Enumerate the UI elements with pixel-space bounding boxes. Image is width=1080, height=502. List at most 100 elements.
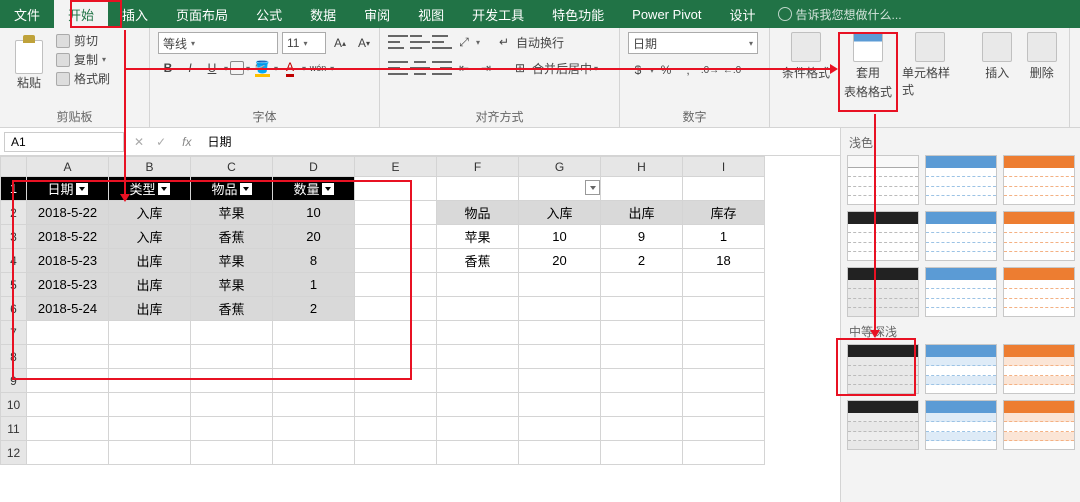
cell[interactable]: 1 [273, 273, 355, 297]
table-header-cell[interactable]: 物品 [191, 177, 273, 201]
decrease-indent-button[interactable]: ⇤ [454, 58, 474, 78]
cell[interactable]: 2 [273, 297, 355, 321]
worksheet[interactable]: A B C D E F G H I 1 日期 类型 物品 数量 2 2018-5… [0, 156, 840, 465]
tab-design[interactable]: 设计 [716, 0, 770, 28]
tab-addons[interactable]: 特色功能 [538, 0, 618, 28]
cell[interactable]: 入库 [109, 225, 191, 249]
format-as-table-button[interactable]: 套用表格格式 [840, 32, 896, 100]
col-header[interactable]: D [273, 157, 355, 177]
cell[interactable]: 10 [519, 225, 601, 249]
increase-font-button[interactable]: A▴ [330, 33, 350, 53]
percent-button[interactable]: % [656, 60, 676, 80]
cancel-icon[interactable]: ✕ [128, 135, 150, 149]
cell[interactable]: 香蕉 [191, 225, 273, 249]
table-style-option[interactable] [925, 400, 997, 450]
tab-power-pivot[interactable]: Power Pivot [618, 0, 715, 28]
tab-insert[interactable]: 插入 [108, 0, 162, 28]
table-style-option[interactable] [925, 211, 997, 261]
decrease-decimal-button[interactable]: ←.0 [722, 60, 742, 80]
underline-button[interactable]: U [202, 58, 222, 78]
align-middle-button[interactable] [410, 32, 430, 52]
cell[interactable]: 香蕉 [191, 297, 273, 321]
col-header[interactable]: C [191, 157, 273, 177]
row-header[interactable]: 5 [1, 273, 27, 297]
table-style-option[interactable] [1003, 155, 1075, 205]
cell[interactable]: 苹果 [191, 273, 273, 297]
align-left-button[interactable] [388, 58, 408, 78]
table-header-cell[interactable]: 日期 [27, 177, 109, 201]
row-header[interactable]: 10 [1, 393, 27, 417]
fx-icon[interactable]: fx [172, 135, 201, 149]
row-header[interactable]: 2 [1, 201, 27, 225]
cell[interactable]: 1 [683, 225, 765, 249]
increase-indent-button[interactable]: ⇥ [476, 58, 496, 78]
table-style-option[interactable] [847, 211, 919, 261]
row-header[interactable]: 7 [1, 321, 27, 345]
cell[interactable]: 库存 [683, 201, 765, 225]
border-button[interactable] [230, 61, 244, 75]
align-right-button[interactable] [432, 58, 452, 78]
table-header-cell[interactable]: 类型 [109, 177, 191, 201]
row-header[interactable]: 6 [1, 297, 27, 321]
select-all-corner[interactable] [1, 157, 27, 177]
cell[interactable]: 香蕉 [437, 249, 519, 273]
orientation-button[interactable]: ⤢ [454, 32, 474, 52]
cell[interactable]: 2018-5-24 [27, 297, 109, 321]
font-color-button[interactable]: A [280, 58, 300, 78]
increase-decimal-button[interactable]: .0→ [700, 60, 720, 80]
filter-icon[interactable] [158, 183, 170, 195]
delete-cells-button[interactable]: 删除 [1023, 32, 1062, 81]
row-header[interactable]: 9 [1, 369, 27, 393]
tab-file[interactable]: 文件 [0, 0, 54, 28]
row-header[interactable]: 8 [1, 345, 27, 369]
col-header[interactable]: A [27, 157, 109, 177]
cell[interactable]: 2018-5-22 [27, 225, 109, 249]
align-center-button[interactable] [410, 58, 430, 78]
table-style-option[interactable] [1003, 400, 1075, 450]
comma-button[interactable]: , [678, 60, 698, 80]
cell[interactable]: 苹果 [191, 201, 273, 225]
filter-icon[interactable] [240, 183, 252, 195]
wrap-text-button[interactable]: ↵ [494, 32, 514, 52]
align-top-button[interactable] [388, 32, 408, 52]
font-name-combo[interactable]: 等线▾ [158, 32, 278, 54]
table-style-option[interactable] [1003, 267, 1075, 317]
cell[interactable]: 2018-5-22 [27, 201, 109, 225]
row-header[interactable]: 1 [1, 177, 27, 201]
filter-icon[interactable] [76, 183, 88, 195]
cell[interactable]: 8 [273, 249, 355, 273]
row-header[interactable]: 3 [1, 225, 27, 249]
cell[interactable]: 10 [273, 201, 355, 225]
format-painter-button[interactable]: 格式刷 [56, 70, 110, 87]
enter-icon[interactable]: ✓ [150, 135, 172, 149]
cell[interactable]: 出库 [601, 201, 683, 225]
tab-page-layout[interactable]: 页面布局 [162, 0, 242, 28]
copy-button[interactable]: 复制 ▾ [56, 51, 110, 68]
cell[interactable]: 18 [683, 249, 765, 273]
cell[interactable]: 入库 [109, 201, 191, 225]
decrease-font-button[interactable]: A▾ [354, 33, 374, 53]
table-style-option[interactable] [1003, 344, 1075, 394]
number-format-combo[interactable]: 日期▾ [628, 32, 758, 54]
bold-button[interactable]: B [158, 58, 178, 78]
cell[interactable]: 20 [273, 225, 355, 249]
tab-review[interactable]: 审阅 [350, 0, 404, 28]
cell[interactable]: 2 [601, 249, 683, 273]
table-style-option[interactable] [847, 267, 919, 317]
phonetic-button[interactable]: wén [308, 58, 328, 78]
table-style-option[interactable] [925, 155, 997, 205]
formula-input[interactable]: 日期 [201, 133, 237, 150]
col-header[interactable]: B [109, 157, 191, 177]
name-box[interactable]: A1 [4, 132, 124, 152]
cell[interactable]: 苹果 [191, 249, 273, 273]
italic-button[interactable]: I [180, 58, 200, 78]
col-header[interactable]: E [355, 157, 437, 177]
cell[interactable]: 出库 [109, 297, 191, 321]
table-style-option[interactable] [847, 344, 919, 394]
table-style-option[interactable] [925, 344, 997, 394]
cell[interactable]: 9 [601, 225, 683, 249]
cell-styles-button[interactable]: 单元格样式 [902, 32, 958, 98]
table-style-option[interactable] [925, 267, 997, 317]
table-style-option[interactable] [847, 400, 919, 450]
row-header[interactable]: 11 [1, 417, 27, 441]
